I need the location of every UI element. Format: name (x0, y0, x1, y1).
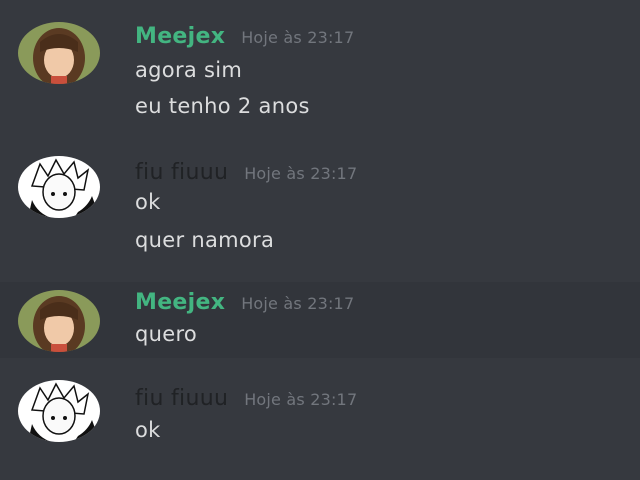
chat-message-list: Meejex Hoje às 23:17 agora sim eu tenho … (0, 0, 640, 480)
message-timestamp: Hoje às 23:17 (241, 28, 355, 47)
message-group: Meejex Hoje às 23:17 quero (0, 282, 640, 358)
message-timestamp: Hoje às 23:17 (241, 294, 355, 313)
message-author[interactable]: fiu fiuuu (135, 386, 228, 411)
message-text: ok (135, 190, 161, 214)
message-author[interactable]: Meejex (135, 24, 225, 49)
message-text: quero (135, 322, 198, 346)
message-timestamp: Hoje às 23:17 (244, 390, 358, 409)
message-author[interactable]: fiu fiuuu (135, 160, 228, 185)
message-text: quer namora (135, 228, 275, 252)
message-text: agora sim (135, 58, 243, 82)
message-text: eu tenho 2 anos (135, 94, 310, 118)
message-group: fiu fiuuu Hoje às 23:17 ok quer namora (0, 140, 640, 282)
message-timestamp: Hoje às 23:17 (244, 164, 358, 183)
message-author[interactable]: Meejex (135, 290, 225, 315)
message-group: fiu fiuuu Hoje às 23:17 ok (0, 358, 640, 480)
anime-boy-avatar-icon[interactable] (18, 380, 100, 442)
message-group: Meejex Hoje às 23:17 agora sim eu tenho … (0, 0, 640, 140)
message-text: ok (135, 418, 161, 442)
anime-girl-avatar-icon[interactable] (18, 290, 100, 352)
anime-boy-avatar-icon[interactable] (18, 156, 100, 218)
anime-girl-avatar-icon[interactable] (18, 22, 100, 84)
